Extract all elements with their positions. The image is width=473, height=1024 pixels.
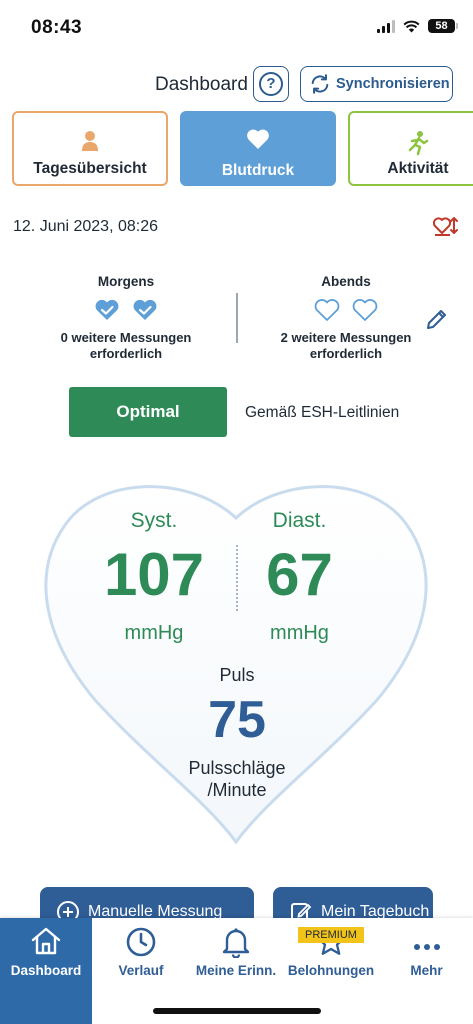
systolic-unit: mmHg	[124, 622, 184, 644]
tab-daily-overview[interactable]: Tagesübersicht	[12, 111, 168, 186]
diastolic-value: 67	[266, 541, 333, 608]
guideline-text: Gemäß ESH-Leitlinien	[245, 404, 400, 421]
tab-label: Blutdruck	[221, 162, 295, 179]
sync-button[interactable]: Synchronisieren	[300, 66, 453, 102]
morning-hearts	[41, 298, 211, 324]
measurement-divider	[236, 293, 238, 343]
nav-label: Verlauf	[118, 963, 164, 978]
pulse-value: 75	[208, 691, 266, 749]
nav-label: Dashboard	[10, 963, 82, 978]
evening-hearts	[261, 298, 431, 324]
pulse-unit-line1: Pulsschläge	[188, 758, 286, 778]
clock-icon	[126, 927, 156, 957]
running-person-icon	[408, 131, 429, 156]
heart-outline-icon	[314, 299, 340, 321]
diastolic-label: Diast.	[272, 509, 327, 532]
premium-badge: PREMIUM	[298, 927, 364, 943]
evening-measurements: Abends 2 weitere Messungen erforderlich	[261, 274, 431, 362]
nav-label: Belohnungen	[287, 963, 375, 978]
cellular-signal-icon	[377, 19, 395, 33]
tab-activity[interactable]: Aktivität	[348, 111, 473, 186]
pulse-label: Puls	[219, 665, 255, 685]
nav-label: Meine Erinn.	[195, 963, 277, 978]
nav-label: Mehr	[410, 963, 443, 978]
wifi-icon	[403, 20, 420, 32]
systolic-value: 107	[103, 541, 205, 608]
nav-more[interactable]: Mehr	[380, 918, 473, 1024]
morning-measurements: Morgens 0 weitere Messungen erforderlich	[41, 274, 211, 362]
pulse-unit: Pulsschläge /Minute	[137, 757, 337, 801]
nav-dashboard[interactable]: Dashboard	[0, 918, 92, 1024]
morning-note: 0 weitere Messungen erforderlich	[41, 330, 211, 362]
heart-check-icon	[133, 299, 157, 320]
bell-icon	[222, 928, 250, 958]
tab-label: Aktivität	[387, 160, 449, 177]
heart-outline-icon	[352, 299, 378, 321]
evening-note: 2 weitere Messungen erforderlich	[261, 330, 431, 362]
status-icons: 58	[377, 19, 458, 33]
evening-note-line2: erforderlich	[309, 346, 383, 361]
status-time: 08:43	[31, 17, 83, 38]
evening-title: Abends	[321, 274, 371, 289]
header: Dashboard ? Synchronisieren	[0, 64, 473, 104]
status-bar: 08:43 58	[0, 0, 473, 56]
diastolic-unit: mmHg	[270, 622, 329, 644]
tab-label: Tagesübersicht	[33, 160, 147, 177]
home-icon	[31, 927, 61, 955]
sync-icon	[311, 74, 329, 94]
evening-note-line1: 2 weitere Messungen	[280, 330, 412, 345]
morning-note-line2: erforderlich	[89, 346, 163, 361]
sync-label: Synchronisieren	[336, 76, 450, 92]
heart-icon	[247, 129, 269, 149]
bp-status-badge[interactable]: Optimal	[69, 387, 227, 437]
measurement-date: 12. Juni 2023, 08:26	[13, 218, 159, 235]
tab-blood-pressure[interactable]: Blutdruck	[180, 111, 336, 186]
morning-note-line1: 0 weitere Messungen	[60, 330, 192, 345]
battery-icon: 58	[428, 19, 458, 33]
heart-sort-icon[interactable]	[433, 215, 459, 237]
systolic-label: Syst.	[130, 509, 178, 532]
pulse-unit-line2: /Minute	[207, 780, 267, 800]
heart-check-icon	[95, 299, 119, 320]
person-icon	[82, 131, 98, 151]
page-title: Dashboard	[155, 74, 248, 95]
edit-pencil-icon[interactable]	[425, 307, 449, 331]
morning-title: Morgens	[97, 274, 155, 289]
more-dots-icon	[413, 944, 440, 950]
question-mark-icon: ?	[259, 72, 283, 96]
help-button[interactable]: ?	[253, 66, 289, 102]
home-indicator[interactable]	[153, 1008, 321, 1014]
